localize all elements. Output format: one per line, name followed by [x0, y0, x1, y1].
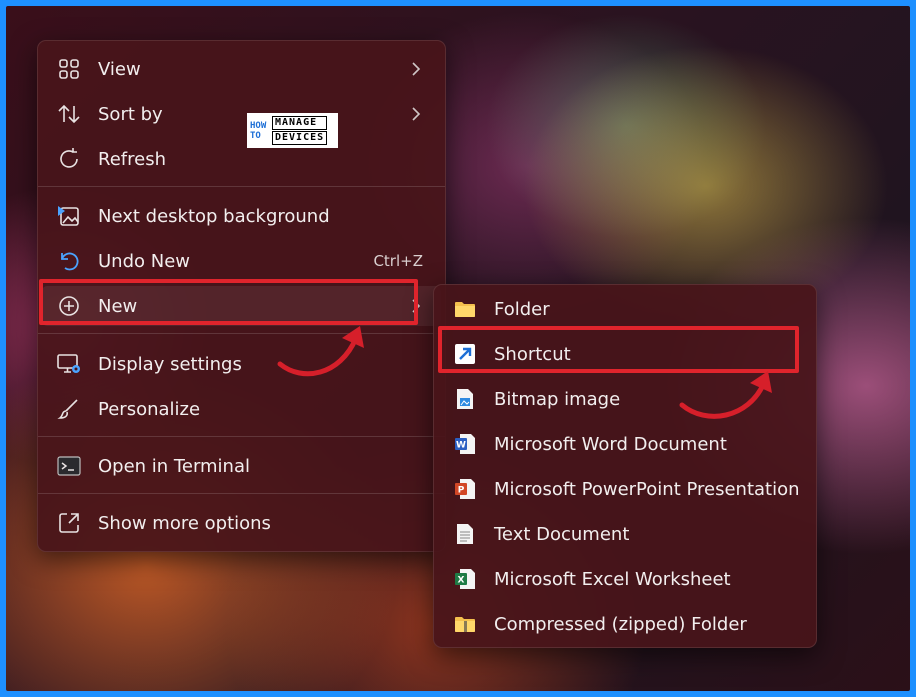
- undo-icon: [56, 248, 82, 274]
- submenu-item-text-document[interactable]: Text Document: [438, 514, 812, 554]
- word-document-icon: W: [452, 431, 478, 457]
- desktop-wallpaper[interactable]: View Sort by Refresh Next desktop backgr…: [6, 6, 910, 691]
- menu-item-new[interactable]: New: [42, 286, 441, 326]
- menu-item-label: Next desktop background: [98, 205, 330, 227]
- desktop-context-menu: View Sort by Refresh Next desktop backgr…: [37, 40, 446, 552]
- menu-item-open-in-terminal[interactable]: Open in Terminal: [42, 446, 441, 486]
- menu-item-label: Undo New: [98, 250, 191, 272]
- shortcut-arrow-icon: [452, 341, 478, 367]
- menu-item-undo-new[interactable]: Undo New Ctrl+Z: [42, 241, 441, 281]
- menu-item-label: Show more options: [98, 512, 271, 534]
- grid-view-icon: [56, 56, 82, 82]
- menu-item-label: Personalize: [98, 398, 201, 420]
- svg-text:P: P: [458, 486, 465, 496]
- add-circle-icon: [56, 293, 82, 319]
- chevron-right-icon: [412, 299, 421, 313]
- menu-item-refresh[interactable]: Refresh: [42, 139, 441, 179]
- submenu-item-folder[interactable]: Folder: [438, 289, 812, 329]
- menu-item-next-desktop-background[interactable]: Next desktop background: [42, 196, 441, 236]
- menu-separator: [38, 333, 445, 334]
- red-curved-arrow-icon: [277, 326, 364, 377]
- new-submenu: Folder Shortcut Bitmap image W Microsoft…: [433, 284, 817, 648]
- menu-item-show-more-options[interactable]: Show more options: [42, 503, 441, 543]
- menu-item-label: Folder: [494, 298, 550, 320]
- submenu-item-excel-worksheet[interactable]: X Microsoft Excel Worksheet: [438, 559, 812, 599]
- menu-item-label: Open in Terminal: [98, 455, 250, 477]
- menu-item-sort-by[interactable]: Sort by: [42, 94, 441, 134]
- svg-text:X: X: [458, 576, 465, 586]
- folder-icon: [452, 296, 478, 322]
- menu-item-label: Compressed (zipped) Folder: [494, 613, 747, 635]
- menu-item-label: Microsoft Excel Worksheet: [494, 568, 731, 590]
- excel-icon: X: [452, 566, 478, 592]
- powerpoint-icon: P: [452, 476, 478, 502]
- menu-item-label: View: [98, 58, 141, 80]
- display-settings-icon: [56, 351, 82, 377]
- next-background-icon: [56, 203, 82, 229]
- refresh-icon: [56, 146, 82, 172]
- chevron-right-icon: [412, 62, 421, 76]
- menu-item-display-settings[interactable]: Display settings: [42, 344, 441, 384]
- bitmap-image-icon: [452, 386, 478, 412]
- menu-item-label: New: [98, 295, 138, 317]
- menu-item-label: Text Document: [494, 523, 630, 545]
- menu-item-label: Refresh: [98, 148, 166, 170]
- terminal-icon: [56, 453, 82, 479]
- keyboard-shortcut-label: Ctrl+Z: [373, 252, 423, 270]
- menu-item-view[interactable]: View: [42, 49, 441, 89]
- text-document-icon: [452, 521, 478, 547]
- sort-arrows-icon: [56, 101, 82, 127]
- logo-manage-devices: MANAGE DEVICES: [272, 115, 328, 146]
- logo-how-to: HOW TO: [250, 120, 267, 141]
- menu-item-personalize[interactable]: Personalize: [42, 389, 441, 429]
- zip-folder-icon: [452, 611, 478, 637]
- howtomanagedevices-logo: HOW TO MANAGE DEVICES: [247, 113, 338, 148]
- menu-separator: [38, 436, 445, 437]
- menu-item-label: Display settings: [98, 353, 242, 375]
- menu-separator: [38, 493, 445, 494]
- submenu-item-powerpoint-presentation[interactable]: P Microsoft PowerPoint Presentation: [438, 469, 812, 509]
- red-curved-arrow-icon: [679, 371, 772, 419]
- paintbrush-icon: [56, 396, 82, 422]
- share-external-icon: [56, 510, 82, 536]
- submenu-item-compressed-folder[interactable]: Compressed (zipped) Folder: [438, 604, 812, 644]
- chevron-right-icon: [412, 107, 421, 121]
- menu-separator: [38, 186, 445, 187]
- svg-text:W: W: [456, 441, 466, 451]
- menu-item-label: Microsoft PowerPoint Presentation: [494, 478, 800, 500]
- menu-item-label: Microsoft Word Document: [494, 433, 727, 455]
